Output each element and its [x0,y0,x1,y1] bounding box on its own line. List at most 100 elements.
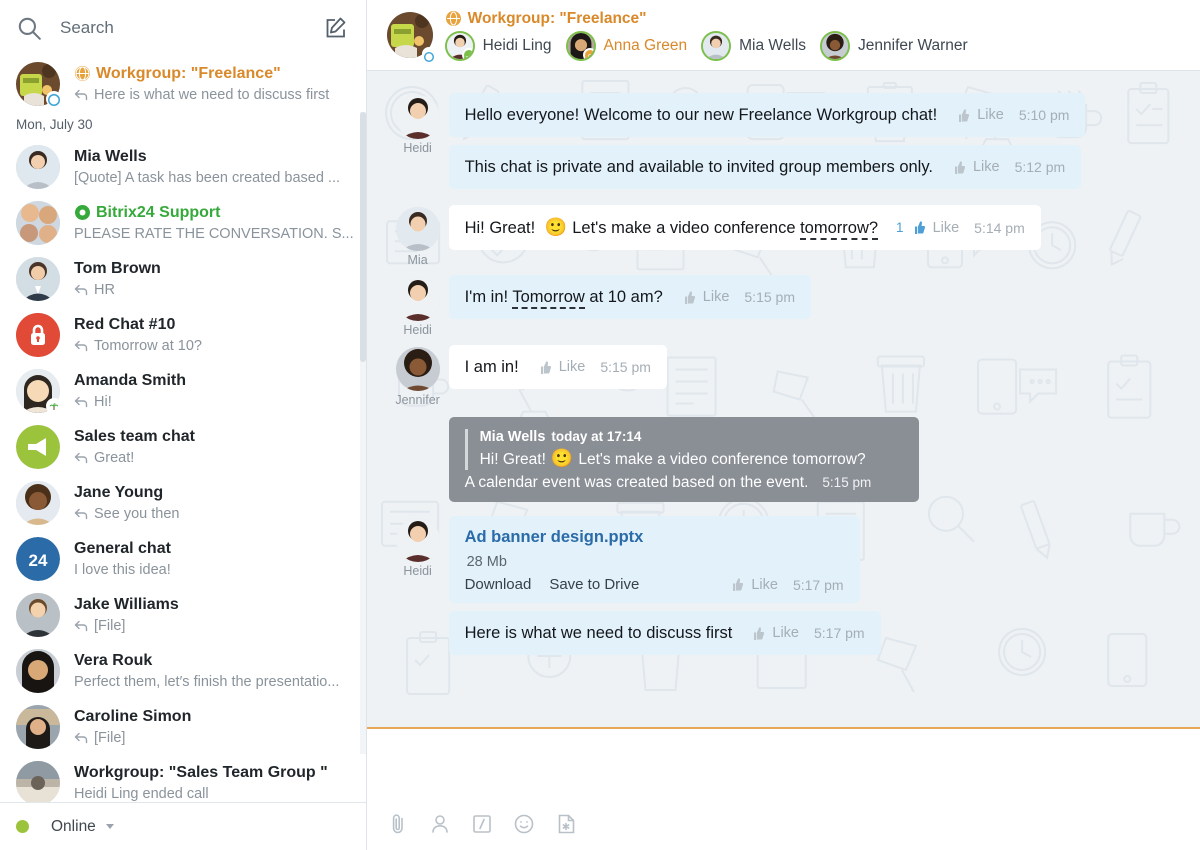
avatar[interactable] [396,277,440,321]
message-author-name: Heidi [403,564,432,578]
snippet-document-icon[interactable] [555,813,577,835]
chat-texts: Red Chat #10 Tomorrow at 10? [74,315,354,356]
chat-title-text: Mia Wells [74,147,147,167]
avatar-wrap [16,369,60,413]
avatar[interactable] [396,95,440,139]
sidebar-scrollbar-thumb[interactable] [360,112,366,362]
message-text: Hi! Great! 🙂Let's make a video conferenc… [465,216,878,239]
quote-text: Let's make a video conference tomorrow? [578,451,865,468]
message-bubble[interactable]: Hello everyone! Welcome to our new Freel… [449,93,1086,137]
quote-body: Hi! Great!🙂Let's make a video conference… [480,448,903,470]
emoji-smiley-icon[interactable] [513,813,535,835]
chat-preview: [Quote] A task has been created based ..… [74,168,354,188]
thumbs-up-icon[interactable] [955,108,970,123]
chat-item-amanda-smith[interactable]: Amanda Smith Hi! [0,363,366,419]
member-anna-green[interactable]: Anna Green [566,31,688,61]
chat-item-red-chat-10[interactable]: Red Chat #10 Tomorrow at 10? [0,307,366,363]
app-root: Workgroup: "Freelance" Here is what we n… [0,0,1200,850]
chat-texts: Mia Wells [Quote] A task has been create… [74,147,354,188]
chat-item-bitrix24-support[interactable]: Bitrix24 Support PLEASE RATE THE CONVERS… [0,195,366,251]
sidebar: Workgroup: "Freelance" Here is what we n… [0,0,367,850]
chat-title: Workgroup: "Freelance" [445,10,982,28]
avatar-megaphone [16,425,60,469]
member-jennifer-warner[interactable]: Jennifer Warner [820,31,968,61]
avatar[interactable] [396,207,440,251]
file-name-link[interactable]: Ad banner design.pptx [465,528,844,547]
message-bubble[interactable]: I am in! Like 5:15 pm [449,345,667,389]
status-dot-icon [16,820,29,833]
member-heidi-ling[interactable]: Heidi Ling [445,31,552,61]
like-label[interactable]: Like [703,289,730,305]
chevron-down-icon[interactable] [106,824,114,829]
chat-title-text: Vera Rouk [74,651,152,671]
avatar-wrap [16,62,60,106]
message-timestamp: 5:17 pm [814,625,865,641]
thumbs-up-icon[interactable] [750,626,765,641]
thumbs-up-icon[interactable] [911,220,926,235]
chat-list[interactable]: Workgroup: "Freelance" Here is what we n… [0,56,366,802]
member-name: Heidi Ling [483,37,552,55]
like-label[interactable]: Like [559,359,586,375]
chat-title-text: Bitrix24 Support [96,203,220,223]
chat-preview-text: Tomorrow at 10? [94,336,202,356]
message-bubble[interactable]: Hi! Great! 🙂Let's make a video conferenc… [449,205,1041,250]
quoted-message: Mia Wellstoday at 17:14 Hi! Great!🙂Let's… [465,429,903,470]
download-link[interactable]: Download [465,576,532,593]
message-input[interactable] [367,729,1200,804]
avatar [16,145,60,189]
message-text-highlight[interactable]: tomorrow? [800,219,878,240]
like-label[interactable]: Like [973,159,1000,175]
like-label[interactable]: Like [751,577,778,593]
chat-texts: Workgroup: "Freelance" Here is what we n… [74,64,354,105]
message-meta: 1 Like 5:14 pm [896,220,1025,236]
chat-preview-text: PLEASE RATE THE CONVERSATION. S... [74,224,354,244]
message-bubble[interactable]: Here is what we need to discuss first Li… [449,611,881,655]
thumbs-up-icon[interactable] [729,577,744,592]
thumbs-up-icon[interactable] [951,160,966,175]
calendar-event-system-message[interactable]: Mia Wellstoday at 17:14 Hi! Great!🙂Let's… [449,417,919,502]
message-list[interactable]: Heidi Hello everyone! Welcome to our new… [367,71,1200,727]
chat-item-workgroup-freelance[interactable]: Workgroup: "Freelance" Here is what we n… [0,56,366,112]
save-to-drive-link[interactable]: Save to Drive [549,576,639,593]
chat-item-jake-williams[interactable]: Jake Williams [File] [0,587,366,643]
avatar [16,649,60,693]
slash-command-icon[interactable] [471,813,493,835]
chat-item-workgroup-sales-team-group[interactable]: Workgroup: "Sales Team Group " Heidi Lin… [0,755,366,802]
member-name: Anna Green [604,37,688,55]
message-bubble[interactable]: I'm in! Tomorrow at 10 am? Like 5:15 pm [449,275,811,319]
online-badge [46,91,62,107]
member-mia-wells[interactable]: Mia Wells [701,31,806,61]
message-group-heidi-1: Heidi Hello everyone! Welcome to our new… [387,93,1180,197]
search-input[interactable] [60,18,324,38]
compose-icon[interactable] [324,16,348,40]
mention-person-icon[interactable] [429,813,451,835]
like-label[interactable]: Like [933,220,960,236]
chat-item-vera-rouk[interactable]: Vera Rouk Perfect them, let′s finish the… [0,643,366,699]
message-timestamp: 5:15 pm [744,289,795,305]
message-timestamp: 5:10 pm [1019,107,1070,123]
avatar-wrap [16,761,60,802]
chat-title: Amanda Smith [74,371,354,391]
avatar-wrap: 24 [16,537,60,581]
chat-item-tom-brown[interactable]: Tom Brown HR [0,251,366,307]
avatar [16,201,60,245]
chat-item-sales-team-chat[interactable]: Sales team chat Great! [0,419,366,475]
avatar-wrap [16,481,60,525]
status-bar[interactable]: Online [0,802,366,850]
chat-item-jane-young[interactable]: Jane Young See you then [0,475,366,531]
attach-paperclip-icon[interactable] [387,813,409,835]
message-bubble[interactable]: This chat is private and available to in… [449,145,1082,189]
chat-item-general-chat[interactable]: 24 General chat I love this idea! [0,531,366,587]
avatar[interactable] [396,518,440,562]
thumbs-up-icon[interactable] [681,290,696,305]
thumbs-up-icon[interactable] [537,360,552,375]
message-text-highlight[interactable]: Tomorrow [512,288,584,309]
file-attachment-bubble[interactable]: Ad banner design.pptx 28 Mb Download Sav… [449,516,860,603]
chat-item-mia-wells[interactable]: Mia Wells [Quote] A task has been create… [0,139,366,195]
sidebar-scrollbar-track[interactable] [360,112,366,754]
like-label[interactable]: Like [977,107,1004,123]
like-label[interactable]: Like [772,625,799,641]
avatar[interactable] [396,347,440,391]
chat-title-text: Workgroup: "Freelance" [96,64,281,84]
chat-item-caroline-simon[interactable]: Caroline Simon [File] [0,699,366,755]
